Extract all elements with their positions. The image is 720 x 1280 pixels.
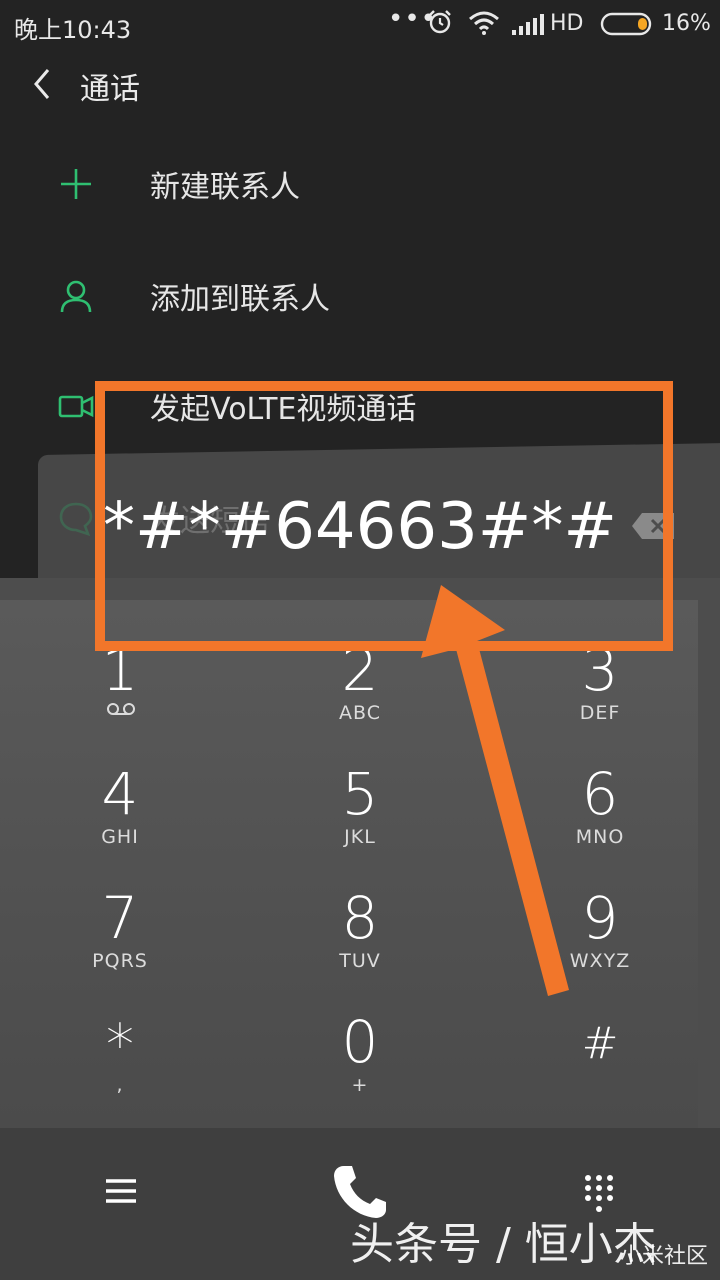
key-7[interactable]: 7 PQRS xyxy=(0,888,240,1012)
key-9[interactable]: 9 WXYZ xyxy=(480,888,720,1012)
menu-item-label: 新建联系人 xyxy=(150,170,300,205)
key-star[interactable]: * , xyxy=(0,1012,240,1136)
key-digit: 4 xyxy=(101,760,139,828)
key-digit: # xyxy=(581,1018,619,1069)
key-6[interactable]: 6 MNO xyxy=(480,764,720,888)
highlight-box xyxy=(95,381,673,651)
key-letters: JKL xyxy=(344,826,376,848)
menu-item-new-contact[interactable]: 新建联系人 xyxy=(0,130,720,240)
menu-item-add-to-contact[interactable]: 添加到联系人 xyxy=(0,242,720,352)
key-letters: PQRS xyxy=(92,950,148,972)
key-2[interactable]: 2 ABC xyxy=(240,640,480,764)
key-letters: ABC xyxy=(339,702,381,724)
key-4[interactable]: 4 GHI xyxy=(0,764,240,888)
key-8[interactable]: 8 TUV xyxy=(240,888,480,1012)
key-letters: WXYZ xyxy=(569,950,631,972)
key-hash[interactable]: # xyxy=(480,1012,720,1136)
key-letters: DEF xyxy=(579,702,621,724)
key-digit: 9 xyxy=(581,884,619,952)
message-icon xyxy=(59,502,93,536)
menu-item-label: 添加到联系人 xyxy=(150,282,330,317)
key-digit: 7 xyxy=(101,884,139,952)
plus-icon xyxy=(61,169,91,199)
person-icon xyxy=(60,280,92,313)
key-letters: , xyxy=(116,1074,124,1096)
watermark-sub: 小米社区 xyxy=(620,1244,709,1269)
back-icon[interactable] xyxy=(30,66,60,102)
key-digit: 6 xyxy=(581,760,619,828)
key-1[interactable]: 1 xyxy=(0,640,240,764)
key-digit: 0 xyxy=(341,1008,379,1076)
page-title: 通话 xyxy=(80,72,140,107)
video-call-icon xyxy=(58,395,94,418)
alarm-icon xyxy=(429,10,451,34)
network-type: HD xyxy=(550,11,584,36)
key-letters: TUV xyxy=(339,950,381,972)
watermark-text: 头条号 / 恒小杰 xyxy=(350,1219,657,1270)
key-digit: 5 xyxy=(341,760,379,828)
key-0[interactable]: 0 + xyxy=(240,1012,480,1136)
wifi-icon xyxy=(469,11,499,35)
status-bar: 晚上10:43 ••• HD 16% xyxy=(0,0,720,50)
key-letters: GHI xyxy=(101,826,139,848)
key-letters: MNO xyxy=(575,826,625,848)
key-letters: + xyxy=(351,1074,369,1096)
key-5[interactable]: 5 JKL xyxy=(240,764,480,888)
battery-icon xyxy=(600,12,652,36)
menu-icon[interactable] xyxy=(104,1174,138,1208)
key-3[interactable]: 3 DEF xyxy=(480,640,720,764)
signal-icon xyxy=(512,14,544,35)
voicemail-icon xyxy=(107,703,135,715)
battery-percent: 16% xyxy=(662,11,711,36)
key-digit: 8 xyxy=(341,884,379,952)
key-digit: * xyxy=(106,1013,134,1078)
status-time: 晚上10:43 xyxy=(14,16,132,44)
